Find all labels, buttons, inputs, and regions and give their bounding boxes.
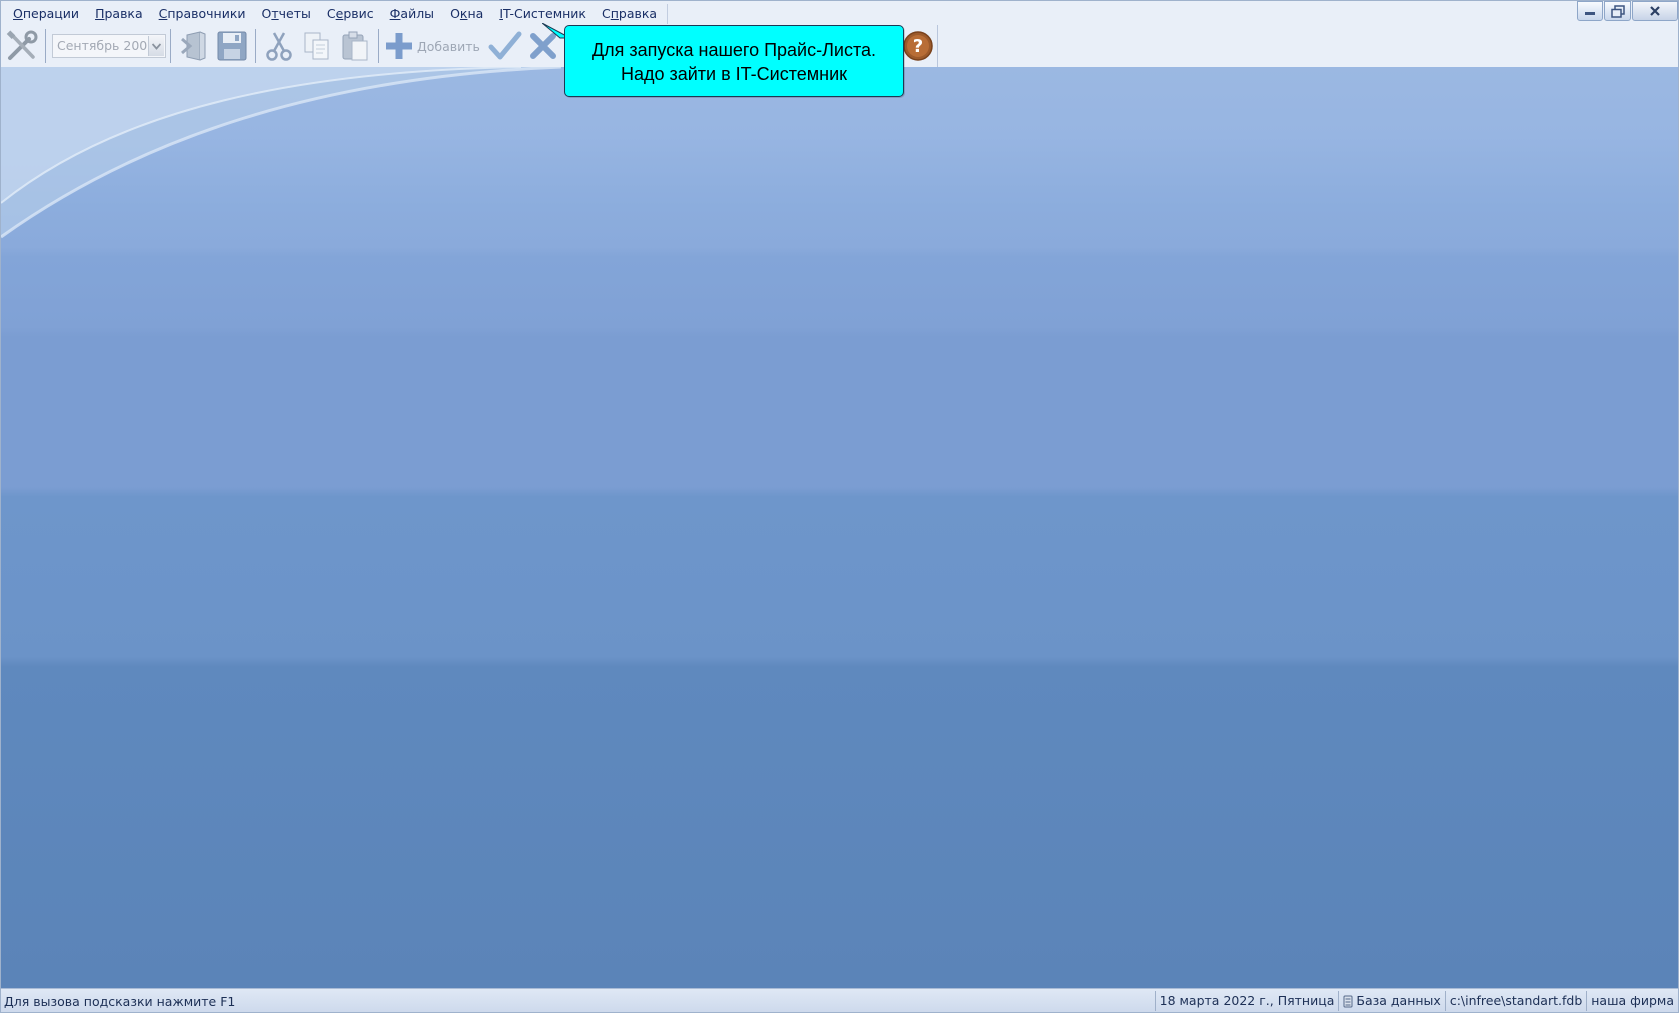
status-company: наша фирма [1586,991,1678,1011]
period-select[interactable]: Сентябрь 2005 [52,34,166,58]
toolbar-separator [170,29,171,63]
menu-help[interactable]: Справка [594,3,665,25]
status-database-label: База данных [1356,993,1441,1008]
application-window: Операции Правка Справочники Отчеты Серви… [0,0,1679,1013]
confirm-button[interactable] [486,27,524,65]
period-value: Сентябрь 2005 [57,38,156,53]
status-db-path: c:\infree\standart.fdb [1444,991,1586,1011]
menu-service[interactable]: Сервис [319,3,382,25]
toolbar-separator [378,29,379,63]
add-button-label: Добавить [417,38,480,54]
workspace-background-swoosh [1,67,562,239]
menu-operations[interactable]: Операции [5,3,87,25]
menu-reports[interactable]: Отчеты [254,3,319,25]
toolbar-separator [45,29,46,63]
tooltip-line-2: Надо зайти в IT-Системник [620,64,848,84]
save-button[interactable] [213,27,251,65]
close-icon [1650,6,1660,16]
status-hint: Для вызова подсказки нажмите F1 [4,993,236,1009]
period-dropdown-button[interactable] [148,36,164,56]
save-icon [217,31,247,61]
help-button[interactable]: ? [899,27,937,65]
restore-button[interactable] [1604,1,1631,21]
help-icon: ? [903,31,933,61]
status-date: 18 марта 2022 г., Пятница [1154,991,1339,1011]
menu-windows[interactable]: Окна [442,3,491,25]
close-button[interactable] [1632,1,1678,21]
tooltip-balloon: Для запуска нашего Прайс-Листа. Надо зай… [564,25,904,97]
svg-text:?: ? [913,36,923,57]
cut-icon [266,32,292,61]
tooltip-line-1: Для запуска нашего Прайс-Листа. [591,40,877,60]
database-icon [1343,995,1353,1007]
paste-icon [342,31,368,61]
copy-icon [304,32,329,60]
minimize-icon [1585,12,1595,15]
cut-button[interactable] [260,27,298,65]
menu-separator [667,4,669,24]
menu-it-systemnik[interactable]: IT-Системник [491,3,594,25]
copy-button[interactable] [298,27,336,65]
menu-files[interactable]: Файлы [382,3,442,25]
restore-icon [1610,4,1625,18]
menu-directories[interactable]: Справочники [151,3,254,25]
exit-door-icon [181,31,206,61]
minimize-button[interactable] [1577,1,1603,21]
mdi-workspace [1,67,1678,988]
paste-button[interactable] [336,27,374,65]
add-button[interactable]: Добавить [383,27,486,65]
status-bar: Для вызова подсказки нажмите F1 18 марта… [1,988,1678,1012]
window-controls [1577,1,1678,21]
checkmark-icon [488,31,522,60]
toolbar-separator [255,29,256,63]
tools-button[interactable] [3,27,41,65]
menu-edit[interactable]: Правка [87,3,151,25]
status-database: База данных [1338,991,1444,1011]
tools-icon [6,30,38,60]
dropdown-arrow-icon [152,42,161,50]
add-icon [386,33,412,59]
exit-button[interactable] [175,27,213,65]
